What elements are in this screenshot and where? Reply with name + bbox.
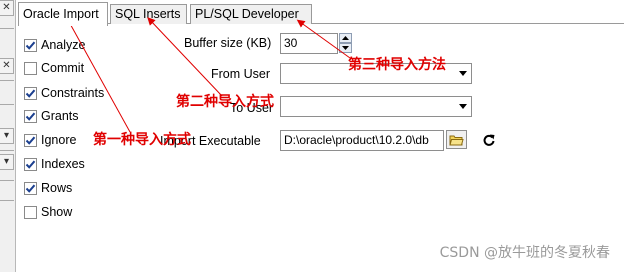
checkbox-label: Constraints — [41, 86, 105, 100]
buffer-size-label: Buffer size (KB) — [184, 36, 272, 50]
buffer-size-input[interactable]: 30 — [280, 33, 338, 54]
checkbox-label: Ignore — [41, 133, 77, 147]
tab-plsql-developer[interactable]: PL/SQL Developer — [190, 4, 312, 24]
checkbox[interactable] — [24, 86, 37, 100]
checkmark-icon — [25, 89, 36, 98]
checkmark-icon — [25, 136, 36, 145]
spin-up-icon[interactable] — [339, 33, 352, 43]
checkmark-icon — [25, 41, 36, 50]
checkbox-label: Rows — [41, 181, 73, 195]
checkbox-label: Show — [41, 205, 73, 219]
option-rows[interactable]: Rows — [24, 180, 72, 196]
annotation-method2: 第二种导入方式 — [176, 94, 274, 110]
checkmark-icon — [25, 184, 36, 193]
import-executable-input[interactable]: D:\oracle\product\10.2.0\db — [280, 130, 444, 151]
annotation-method1: 第一种导入方式 — [93, 132, 191, 148]
checkbox[interactable] — [24, 61, 37, 75]
option-indexes[interactable]: Indexes — [24, 156, 85, 172]
close-icon[interactable]: ✕ — [0, 0, 14, 16]
checkmark-icon — [25, 160, 36, 169]
checkbox[interactable] — [24, 205, 37, 219]
tab-strip: Oracle Import SQL Inserts PL/SQL Develop… — [18, 2, 624, 26]
divider — [0, 200, 14, 201]
divider — [0, 180, 14, 181]
option-constraints[interactable]: Constraints — [24, 85, 104, 101]
option-grants[interactable]: Grants — [24, 108, 79, 124]
divider — [0, 150, 14, 151]
chevron-down-icon[interactable]: ▾ — [0, 128, 14, 144]
arrow-method2 — [147, 17, 223, 97]
tab-sql-inserts[interactable]: SQL Inserts — [110, 4, 187, 24]
checkbox[interactable] — [24, 133, 37, 147]
spin-down-icon[interactable] — [339, 43, 352, 53]
divider — [0, 28, 14, 29]
buffer-size-spinner[interactable] — [339, 33, 352, 53]
checkbox[interactable] — [24, 109, 37, 123]
option-show[interactable]: Show — [24, 204, 72, 220]
to-user-select[interactable] — [280, 96, 472, 117]
browse-folder-button[interactable] — [446, 130, 467, 149]
annotation-method3: 第三种导入方法 — [348, 57, 446, 73]
checkbox-label: Analyze — [41, 38, 86, 52]
chevron-down-icon — [459, 71, 467, 76]
checkbox-label: Grants — [41, 109, 79, 123]
from-user-label: From User — [211, 67, 271, 81]
checkmark-icon — [25, 112, 36, 121]
folder-icon — [449, 135, 464, 145]
checkbox-label: Indexes — [41, 157, 85, 171]
close-icon[interactable]: ✕ — [0, 58, 14, 74]
option-analyze[interactable]: Analyze — [24, 37, 85, 53]
refresh-icon[interactable] — [482, 133, 496, 147]
option-ignore[interactable]: Ignore — [24, 132, 76, 148]
left-panel-strip: ✕ ✕ ▾ ▾ — [0, 0, 16, 272]
checkbox[interactable] — [24, 38, 37, 52]
option-commit[interactable]: Commit — [24, 60, 84, 76]
tab-oracle-import[interactable]: Oracle Import — [18, 2, 108, 26]
watermark: CSDN @放牛班的冬夏秋春 — [439, 245, 610, 261]
checkbox[interactable] — [24, 181, 37, 195]
checkbox[interactable] — [24, 157, 37, 171]
divider — [0, 104, 14, 105]
divider — [0, 80, 14, 81]
chevron-down-icon — [459, 104, 467, 109]
chevron-down-icon[interactable]: ▾ — [0, 154, 14, 170]
checkbox-label: Commit — [41, 61, 85, 75]
